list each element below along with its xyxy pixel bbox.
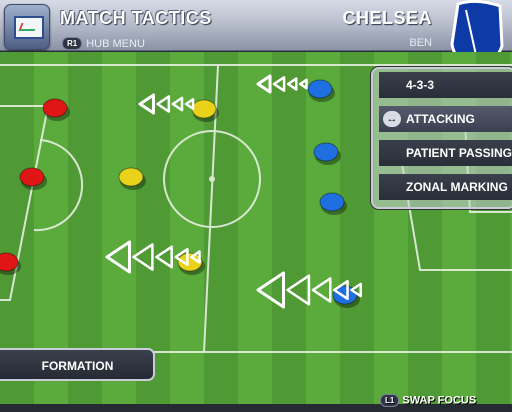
tactic-option-label: 4-3-3: [406, 78, 435, 92]
player-marker-forwards[interactable]: [313, 142, 341, 165]
run-arrow-icon: [132, 243, 154, 271]
run-arrow-icon: [171, 96, 184, 112]
swap-focus-label: SWAP FOCUS: [402, 394, 477, 407]
tactic-option[interactable]: PATIENT PASSING: [379, 140, 512, 166]
team-name: CHELSEA: [342, 8, 432, 28]
run-arrow-icon: [298, 78, 308, 90]
tactic-option[interactable]: ZONAL MARKING: [379, 174, 512, 200]
tactic-option[interactable]: ↔ ATTACKING: [379, 106, 512, 132]
tactic-option-label: ATTACKING: [406, 112, 475, 126]
run-arrow-icon: [105, 240, 131, 274]
header-bar: MATCH TACTICS CHELSEA R1 HUB MENU BEN: [0, 0, 512, 51]
hub-menu-hint[interactable]: R1 HUB MENU: [62, 37, 145, 50]
coach-name: BEN: [409, 37, 432, 49]
run-arrow-icon: [286, 274, 311, 306]
tactics-menu: 4-3-3 ↔ ATTACKING PATIENT PASSING ZONAL MARK…: [371, 67, 512, 209]
run-arrow-icon: [311, 277, 332, 303]
r1-button-icon: R1: [62, 37, 83, 50]
run-arrow-icon: [138, 93, 155, 115]
page-title: MATCH TACTICS: [60, 8, 212, 28]
tactic-option-label: PATIENT PASSING: [406, 146, 512, 160]
player-marker-forwards[interactable]: [307, 79, 335, 102]
player-marker-defenders[interactable]: [0, 252, 21, 275]
player-marker-defenders[interactable]: [42, 98, 70, 121]
hub-menu-label: HUB MENU: [86, 37, 145, 50]
l1-button-icon: L1: [380, 394, 400, 407]
run-arrow-icon: [256, 74, 272, 94]
tactic-option-label: ZONAL MARKING: [406, 180, 508, 194]
swap-focus-hint[interactable]: L1 SWAP FOCUS: [380, 394, 476, 407]
swap-arrows-icon: ↔: [383, 111, 401, 127]
tactic-option[interactable]: 4-3-3: [379, 72, 512, 98]
player-marker-midfielders[interactable]: [118, 167, 146, 190]
run-arrow-icon: [155, 245, 173, 269]
player-marker-forwards[interactable]: [319, 192, 347, 215]
run-arrow-icon: [184, 98, 195, 110]
tactics-board-icon: [4, 4, 50, 50]
player-marker-defenders[interactable]: [19, 167, 47, 190]
run-arrow-icon: [272, 76, 286, 92]
run-arrow-icon: [256, 271, 285, 309]
run-arrow-icon: [286, 77, 298, 91]
formation-button[interactable]: FORMATION: [0, 348, 155, 381]
run-arrow-icon: [156, 95, 171, 113]
player-marker-midfielders[interactable]: [191, 99, 219, 122]
